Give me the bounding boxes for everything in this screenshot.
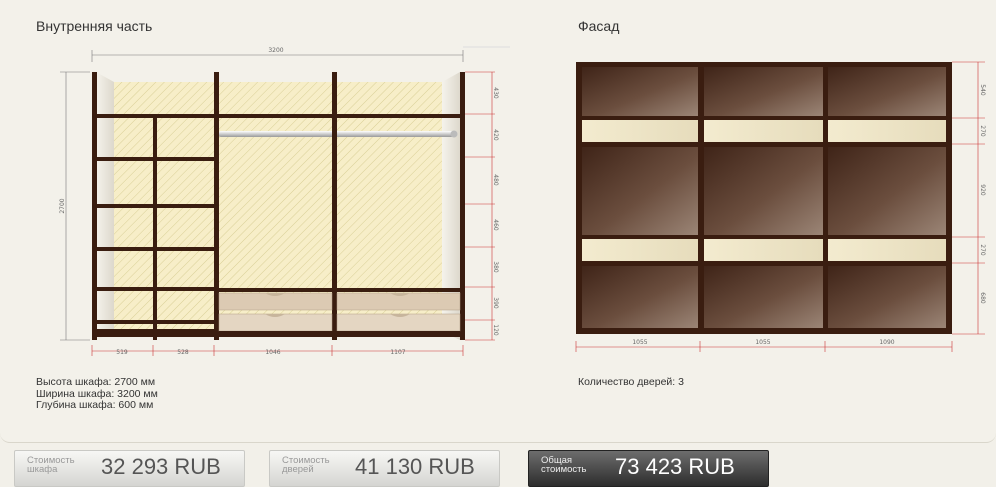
doors-cost-value: 41 130 RUB [355, 454, 475, 479]
svg-text:480: 480 [492, 174, 499, 186]
svg-text:3200: 3200 [268, 47, 283, 54]
svg-text:120: 120 [492, 324, 499, 336]
svg-text:528: 528 [177, 349, 189, 356]
doors-count: Количество дверей: 3 [578, 376, 684, 388]
door-width-dimensions: 1055 1055 1090 [575, 339, 953, 352]
section-dimensions: 519 528 1046 1107 [91, 345, 464, 356]
facade-drawing: 1055 1055 1090 540 270 920 270 680 [575, 61, 986, 352]
svg-text:540: 540 [979, 84, 986, 96]
total-cost-value: 73 423 RUB [615, 454, 735, 479]
door-3 [828, 67, 946, 328]
depth-spec: Глубина шкафа: 600 мм [36, 399, 154, 411]
svg-text:390: 390 [492, 297, 499, 309]
doors-cost-box: Стоимость дверей 41 130 RUB [269, 450, 500, 487]
svg-text:519: 519 [116, 349, 128, 356]
width-dimension: 3200 [91, 46, 510, 62]
door-1 [582, 67, 698, 328]
interior-drawing: 3200 2700 519 528 1046 1107 430 420 480 … [59, 46, 510, 356]
svg-text:1046: 1046 [265, 349, 280, 356]
cabinet-cost-value: 32 293 RUB [101, 454, 221, 479]
svg-text:1090: 1090 [879, 339, 894, 346]
svg-text:1055: 1055 [632, 339, 647, 346]
svg-text:420: 420 [492, 129, 499, 141]
height-spec: Высота шкафа: 2700 мм [36, 376, 156, 388]
interior-title: Внутренняя часть [36, 18, 153, 34]
svg-text:920: 920 [979, 184, 986, 196]
vertical-dimensions: 430 420 480 460 380 390 120 [465, 71, 499, 341]
facade-vertical-dimensions: 540 270 920 270 680 [952, 61, 986, 335]
svg-text:2700: 2700 [59, 198, 66, 213]
cabinet-cost-box: Стоимость шкафа 32 293 RUB [14, 450, 245, 487]
door-2 [704, 67, 823, 328]
svg-text:380: 380 [492, 261, 499, 273]
height-dimension: 2700 [59, 71, 90, 341]
svg-text:1107: 1107 [390, 349, 405, 356]
cabinet-specs: Высота шкафа: 2700 мм Ширина шкафа: 3200… [36, 376, 158, 412]
total-cost-label: Общая стоимость [541, 455, 587, 475]
svg-text:460: 460 [492, 219, 499, 231]
svg-text:1055: 1055 [755, 339, 770, 346]
total-cost-box: Общая стоимость 73 423 RUB [528, 450, 769, 487]
cabinet-cost-label: Стоимость шкафа [27, 455, 75, 475]
svg-text:430: 430 [492, 87, 499, 99]
svg-text:680: 680 [979, 292, 986, 304]
doors-cost-label: Стоимость дверей [282, 455, 330, 475]
facade-title: Фасад [578, 18, 620, 34]
svg-text:270: 270 [979, 244, 986, 256]
svg-text:270: 270 [979, 125, 986, 137]
